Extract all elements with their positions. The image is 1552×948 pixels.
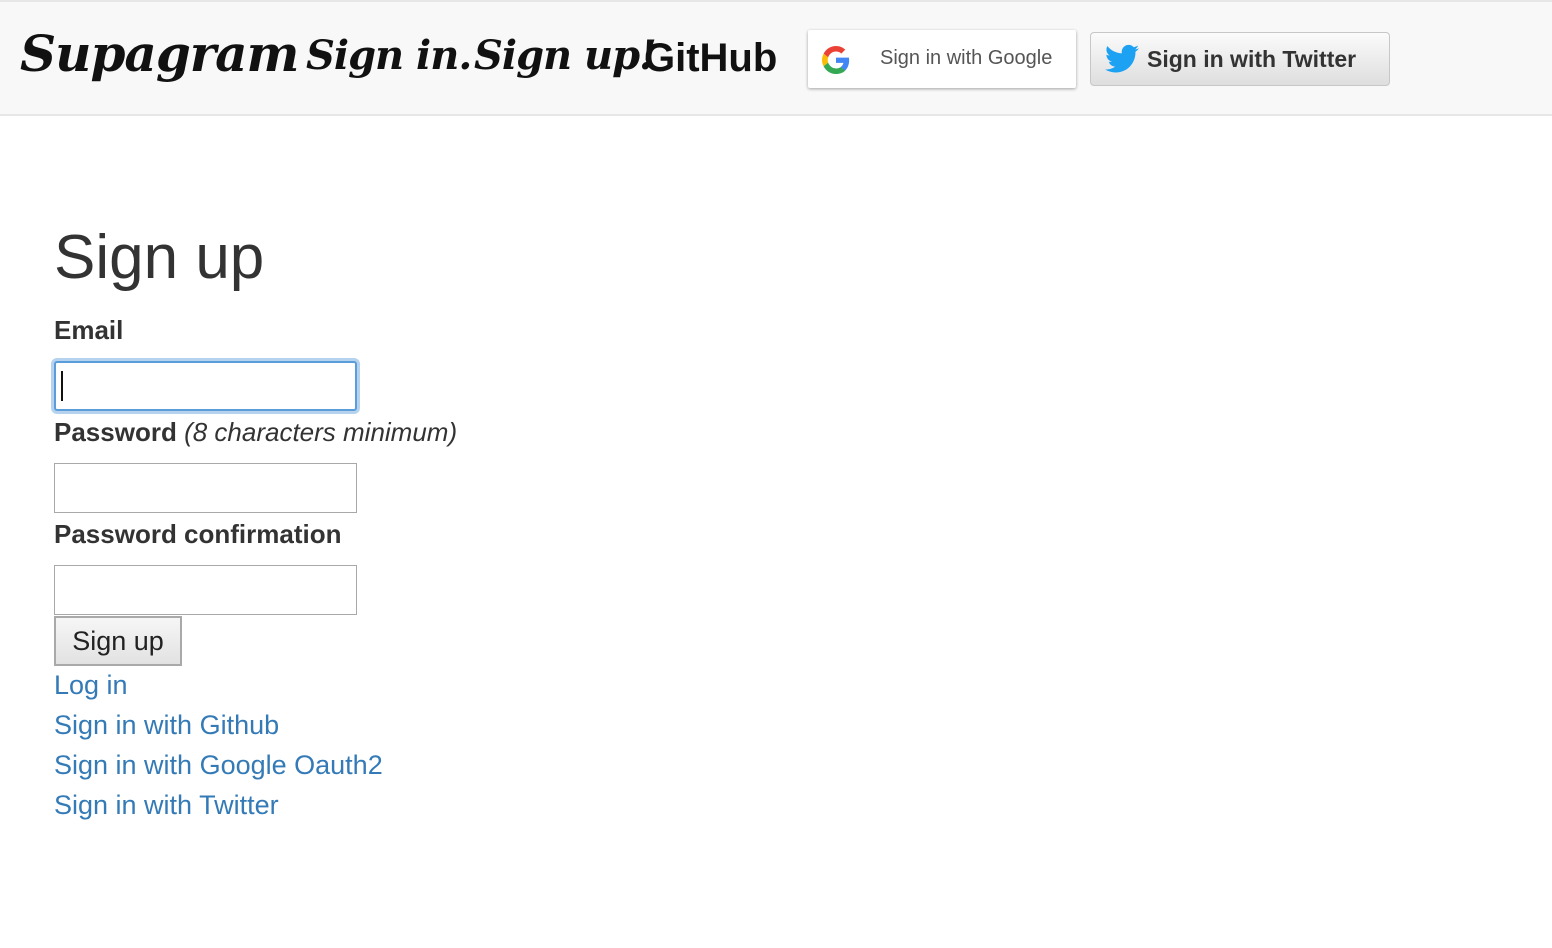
google-button-label: Sign in with Google — [880, 47, 1053, 69]
password-field[interactable] — [54, 463, 357, 513]
sign-in-github-link[interactable]: Sign in with Github — [54, 710, 279, 741]
password-confirmation-label: Password confirmation — [54, 519, 342, 550]
twitter-bird-icon — [1105, 44, 1139, 74]
nav-github-link[interactable]: GitHub — [644, 36, 777, 81]
sign-up-submit-button[interactable]: Sign up — [54, 616, 182, 666]
page-title: Sign up — [54, 223, 265, 292]
email-label-text: Email — [54, 315, 124, 345]
password-label: Password (8 characters minimum) — [54, 417, 457, 448]
twitter-sign-in-button[interactable]: Sign in with Twitter — [1090, 32, 1390, 86]
top-navbar: Supagram Sign in. Sign up! GitHub Sign i… — [0, 0, 1552, 116]
password-confirmation-label-text: Password confirmation — [54, 519, 342, 549]
sign-in-twitter-link[interactable]: Sign in with Twitter — [54, 790, 279, 821]
brand-logo-link[interactable]: Supagram — [20, 24, 299, 83]
log-in-link[interactable]: Log in — [54, 670, 128, 701]
nav-sign-in-link[interactable]: Sign in. — [306, 32, 472, 79]
password-label-text: Password — [54, 417, 177, 447]
twitter-button-label: Sign in with Twitter — [1147, 46, 1357, 72]
nav-sign-up-link[interactable]: Sign up! — [474, 32, 657, 79]
password-hint: (8 characters minimum) — [184, 417, 458, 447]
sign-in-google-oauth2-link[interactable]: Sign in with Google Oauth2 — [54, 750, 383, 781]
email-field[interactable] — [54, 361, 357, 411]
text-caret — [61, 371, 63, 401]
google-sign-in-button[interactable]: Sign in with Google — [808, 30, 1076, 88]
password-confirmation-field[interactable] — [54, 565, 357, 615]
email-label: Email — [54, 315, 123, 346]
google-g-icon — [822, 46, 850, 74]
